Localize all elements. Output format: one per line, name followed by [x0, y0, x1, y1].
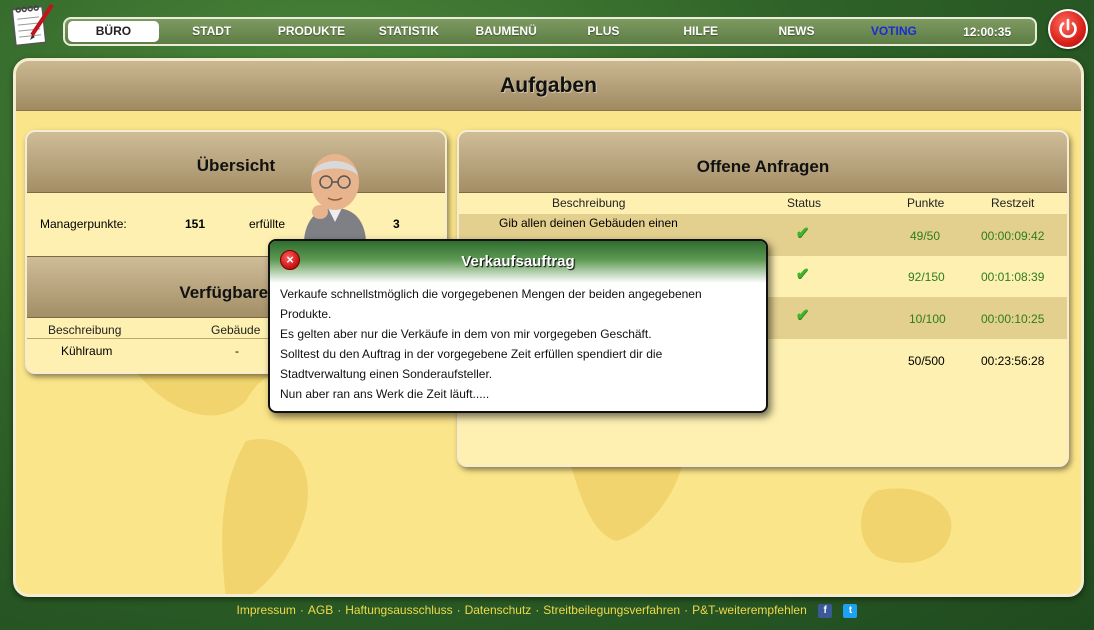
- nav-item-stadt[interactable]: STADT: [159, 21, 265, 42]
- page-title: Aufgaben: [16, 61, 1081, 111]
- manager-points-value: 151: [185, 217, 206, 231]
- request-time: 00:23:56:28: [981, 354, 1045, 368]
- footer: Impressum · AGB · Haftungsausschluss · Datensc…: [0, 603, 1094, 618]
- dialog-text-line: Solltest du den Auftrag in der vorgegebe…: [280, 347, 663, 361]
- notepad-pencil-icon[interactable]: [10, 2, 56, 47]
- request-time: 00:01:08:39: [981, 270, 1045, 284]
- twitter-icon[interactable]: t: [843, 603, 858, 618]
- manager-avatar: [300, 148, 370, 240]
- main-navigation: BÜRO STADT PRODUKTE STATISTIK BAUMENÜ PL…: [63, 17, 1037, 46]
- request-points: 10/100: [909, 312, 946, 326]
- available-col-description: Beschreibung: [48, 323, 122, 337]
- request-points: 92/150: [908, 270, 945, 284]
- nav-item-voting[interactable]: VOTING: [845, 21, 942, 42]
- dialog-body: Verkaufe schnellstmöglich die vorgegeben…: [270, 283, 766, 404]
- dialog-text-line: Nun aber ran ans Werk die Zeit läuft....…: [280, 387, 490, 401]
- available-item-building: -: [235, 344, 239, 358]
- facebook-icon[interactable]: f: [818, 603, 833, 618]
- footer-separator: ·: [684, 603, 689, 617]
- request-points: 50/500: [908, 354, 945, 368]
- dialog-text-line: Verkaufe schnellstmöglich die vorgegeben…: [280, 287, 702, 301]
- requests-title: Offene Anfragen: [459, 132, 1067, 193]
- nav-item-plus[interactable]: PLUS: [553, 21, 654, 42]
- nav-item-buero[interactable]: BÜRO: [68, 21, 159, 42]
- footer-separator: ·: [337, 603, 342, 617]
- footer-link-streitbeilegung[interactable]: Streitbeilegungsverfahren: [543, 603, 680, 617]
- power-icon: [1059, 18, 1077, 38]
- footer-separator: ·: [535, 603, 540, 617]
- fulfilled-label: erfüllte: [249, 217, 286, 231]
- nav-item-produkte[interactable]: PRODUKTE: [265, 21, 359, 42]
- footer-link-haftungsausschluss[interactable]: Haftungsausschluss: [345, 603, 452, 617]
- footer-separator: ·: [456, 603, 461, 617]
- dialog-title: Verkaufsauftrag: [270, 241, 766, 283]
- server-clock: 12:00:35: [963, 24, 1012, 39]
- available-item-description: Kühlraum: [61, 344, 113, 358]
- dialog-text-line: Stadtverwaltung einen Sonderaufsteller.: [280, 367, 493, 381]
- footer-separator: ·: [299, 603, 304, 617]
- close-icon[interactable]: ×: [280, 250, 300, 270]
- footer-link-agb[interactable]: AGB: [308, 603, 333, 617]
- nav-item-news[interactable]: NEWS: [748, 21, 846, 42]
- available-col-building: Gebäude: [211, 323, 261, 337]
- footer-link-datenschutz[interactable]: Datenschutz: [465, 603, 532, 617]
- checkmark-icon: ✔: [796, 266, 810, 283]
- manager-points-label: Managerpunkte:: [40, 217, 127, 231]
- sales-order-dialog: Verkaufsauftrag × Verkaufe schnellstmögl…: [268, 239, 768, 413]
- request-time: 00:00:09:42: [981, 229, 1045, 243]
- nav-item-baumenue[interactable]: BAUMENÜ: [459, 21, 553, 42]
- checkmark-icon: ✔: [796, 225, 810, 242]
- request-time: 00:00:10:25: [981, 312, 1045, 326]
- request-points: 49/50: [910, 229, 941, 243]
- nav-item-statistik[interactable]: STATISTIK: [358, 21, 459, 42]
- requests-col-time: Restzeit: [991, 196, 1035, 210]
- request-description: Gib allen deinen Gebäuden einen: [499, 216, 678, 230]
- footer-link-impressum[interactable]: Impressum: [237, 603, 296, 617]
- checkmark-icon: ✔: [796, 307, 810, 324]
- requests-col-points: Punkte: [907, 196, 945, 210]
- requests-col-status: Status: [787, 196, 822, 210]
- logout-power-button[interactable]: [1048, 9, 1088, 49]
- overview-title: Übersicht: [27, 132, 445, 193]
- requests-col-description: Beschreibung: [552, 196, 626, 210]
- dialog-text-line: Es gelten aber nur die Verkäufe in dem v…: [280, 327, 652, 341]
- dialog-text-line: Produkte.: [280, 307, 332, 321]
- nav-item-hilfe[interactable]: HILFE: [654, 21, 748, 42]
- fulfilled-value: 3: [393, 217, 400, 231]
- footer-link-weiterempfehlen[interactable]: P&T-weiterempfehlen: [692, 603, 807, 617]
